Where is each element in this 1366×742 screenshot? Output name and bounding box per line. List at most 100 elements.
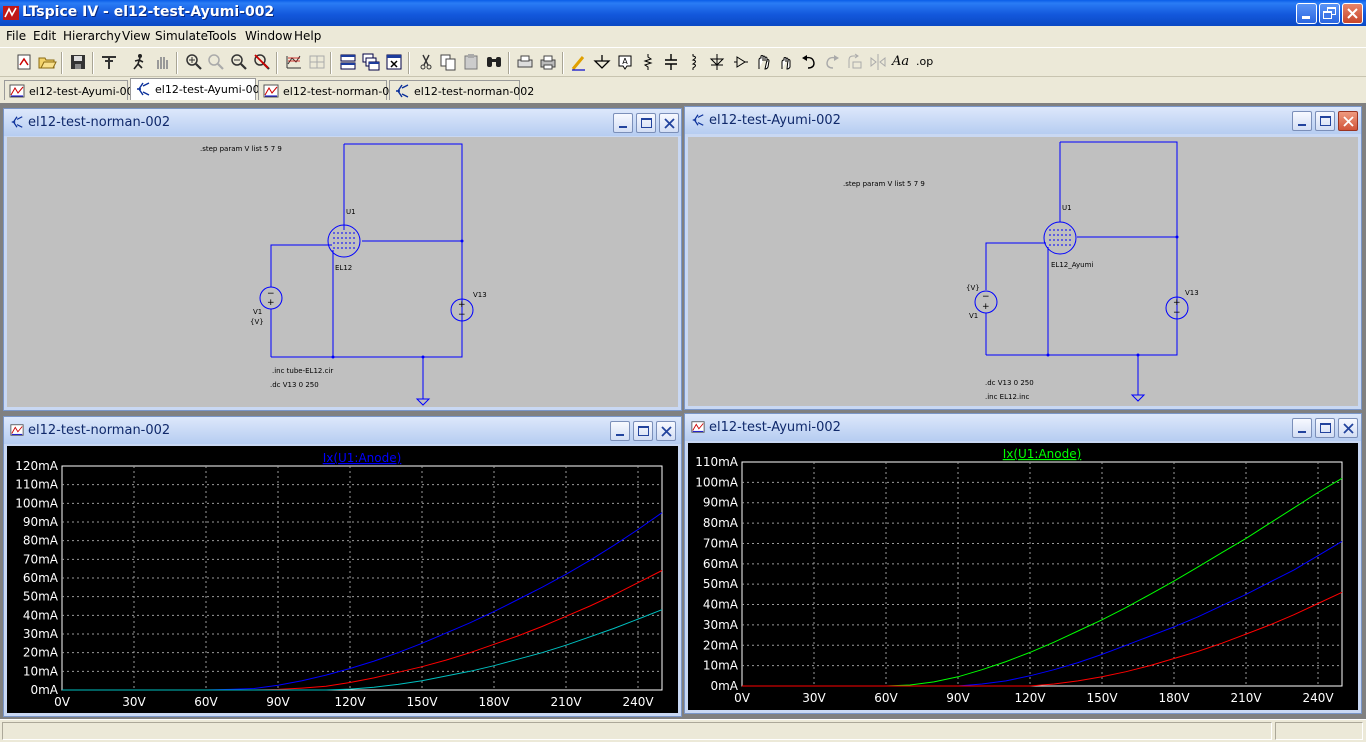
tube-label[interactable]: EL12 bbox=[335, 264, 352, 272]
cascade-icon[interactable] bbox=[361, 52, 381, 72]
window-caption[interactable]: el12-test-norman-002 bbox=[4, 109, 681, 136]
move-icon[interactable] bbox=[753, 52, 773, 72]
x-tick-label: 0V bbox=[54, 695, 71, 709]
menu-tools[interactable]: Tools bbox=[207, 29, 237, 43]
close-button[interactable] bbox=[1342, 3, 1363, 24]
text-icon[interactable]: Aa bbox=[892, 54, 912, 74]
label-icon[interactable]: A bbox=[615, 52, 635, 72]
menu-window[interactable]: Window bbox=[245, 29, 292, 43]
step-directive[interactable]: .step param V list 5 7 9 bbox=[843, 180, 925, 188]
plot-area[interactable]: 0mA10mA20mA30mA40mA50mA60mA70mA80mA90mA1… bbox=[688, 443, 1360, 712]
component-icon[interactable] bbox=[730, 52, 750, 72]
redo-icon[interactable] bbox=[822, 52, 842, 72]
window-caption[interactable]: el12-test-Ayumi-002 bbox=[685, 107, 1361, 134]
zoom-cancel-icon[interactable] bbox=[252, 52, 272, 72]
inc-directive[interactable]: .inc EL12.inc bbox=[985, 393, 1029, 401]
print-icon[interactable] bbox=[538, 52, 558, 72]
autorange-icon[interactable] bbox=[284, 52, 304, 72]
close-button[interactable] bbox=[656, 421, 676, 441]
y-tick-label: 30mA bbox=[23, 627, 59, 641]
u1-label[interactable]: U1 bbox=[346, 208, 356, 216]
x-tick-label: 120V bbox=[1014, 691, 1046, 705]
drag-icon[interactable] bbox=[776, 52, 796, 72]
v1-label[interactable]: V1 bbox=[253, 308, 262, 316]
v1-label[interactable]: V1 bbox=[969, 312, 978, 320]
maximize-button[interactable] bbox=[636, 113, 656, 133]
u1-label[interactable]: U1 bbox=[1062, 204, 1072, 212]
plot-area[interactable]: 0mA10mA20mA30mA40mA50mA60mA70mA80mA90mA1… bbox=[7, 446, 680, 715]
svg-text:−: − bbox=[982, 292, 990, 302]
run-icon[interactable] bbox=[129, 52, 149, 72]
control-panel-icon[interactable] bbox=[99, 52, 119, 72]
minimize-button[interactable] bbox=[613, 113, 633, 133]
close-button[interactable] bbox=[659, 113, 679, 133]
inductor-icon[interactable] bbox=[683, 52, 703, 72]
close-windows-icon[interactable] bbox=[384, 52, 404, 72]
copy-icon[interactable] bbox=[438, 52, 458, 72]
spice-directive-icon[interactable]: .op bbox=[916, 55, 936, 75]
ground-icon[interactable] bbox=[592, 52, 612, 72]
minimize-button[interactable] bbox=[1292, 111, 1312, 131]
plot-pane[interactable]: 0mA 10mA 20mA 30mA 40mA 50mA 60mA 70mA 80mA 90mA 1… bbox=[688, 443, 1358, 710]
close-button[interactable] bbox=[1338, 418, 1358, 438]
schematic-canvas[interactable]: − + + − .step param V list 5 7 9 U1 EL12… bbox=[7, 137, 678, 407]
schematic-icon bbox=[11, 116, 23, 128]
halt-icon[interactable] bbox=[152, 52, 172, 72]
zoom-box-icon[interactable] bbox=[206, 52, 226, 72]
maximize-button[interactable] bbox=[1315, 418, 1335, 438]
maximize-button[interactable] bbox=[633, 421, 653, 441]
restore-button[interactable] bbox=[1319, 3, 1340, 24]
grid-icon[interactable] bbox=[307, 52, 327, 72]
plot-pane[interactable]: 0mA 10mA 20mA 30mA 40mA 50mA 60mA 70mA 80mA 90mA 1… bbox=[7, 446, 678, 713]
menu-file[interactable]: File bbox=[6, 29, 26, 43]
cut-icon[interactable] bbox=[416, 52, 436, 72]
menu-hierarchy[interactable]: Hierarchy bbox=[63, 29, 121, 43]
tab-norman-plot[interactable]: el12-test-norman-002 bbox=[258, 80, 403, 100]
schematic-drawing: − + + − bbox=[259, 143, 474, 406]
undo-icon[interactable] bbox=[799, 52, 819, 72]
new-schematic-icon[interactable] bbox=[14, 52, 34, 72]
resistor-icon[interactable] bbox=[638, 52, 658, 72]
find-icon[interactable] bbox=[484, 52, 504, 72]
y-tick-label: 70mA bbox=[703, 536, 739, 550]
menu-simulate[interactable]: Simulate bbox=[155, 29, 208, 43]
menu-edit[interactable]: Edit bbox=[33, 29, 56, 43]
v13-label[interactable]: V13 bbox=[473, 291, 487, 299]
rotate-icon[interactable] bbox=[845, 52, 865, 72]
inc-directive[interactable]: .inc tube-EL12.cir bbox=[272, 367, 333, 375]
window-caption[interactable]: el12-test-Ayumi-002 bbox=[685, 414, 1361, 441]
paste-icon[interactable] bbox=[461, 52, 481, 72]
tile-horizontal-icon[interactable] bbox=[338, 52, 358, 72]
save-icon[interactable] bbox=[68, 52, 88, 72]
diode-icon[interactable] bbox=[707, 52, 727, 72]
minimize-button[interactable] bbox=[610, 421, 630, 441]
tab-ayumi-schematic[interactable]: el12-test-Ayumi-002 bbox=[130, 78, 267, 100]
zoom-out-icon[interactable] bbox=[229, 52, 249, 72]
menu-help[interactable]: Help bbox=[294, 29, 321, 43]
y-tick-label: 20mA bbox=[703, 638, 739, 652]
v1-value[interactable]: {V} bbox=[966, 284, 980, 292]
dc-directive[interactable]: .dc V13 0 250 bbox=[985, 379, 1034, 387]
mirror-icon[interactable] bbox=[868, 52, 888, 72]
tab-ayumi-plot[interactable]: el12-test-Ayumi-002 bbox=[4, 80, 141, 100]
schematic-canvas[interactable]: − + + − .step param V list 5 7 9 U1 EL12… bbox=[688, 137, 1358, 406]
tube-label[interactable]: EL12_Ayumi bbox=[1051, 261, 1093, 269]
zoom-in-icon[interactable] bbox=[184, 52, 204, 72]
tab-norman-schematic[interactable]: el12-test-norman-002 bbox=[389, 80, 534, 100]
v13-label[interactable]: V13 bbox=[1185, 289, 1199, 297]
capacitor-icon[interactable] bbox=[661, 52, 681, 72]
close-button[interactable] bbox=[1338, 111, 1358, 131]
menu-view[interactable]: View bbox=[122, 29, 150, 43]
step-directive[interactable]: .step param V list 5 7 9 bbox=[200, 145, 282, 153]
dc-directive[interactable]: .dc V13 0 250 bbox=[270, 381, 319, 389]
maximize-button[interactable] bbox=[1315, 111, 1335, 131]
x-tick-label: 90V bbox=[266, 695, 290, 709]
print-preview-icon[interactable] bbox=[515, 52, 535, 72]
open-icon[interactable] bbox=[37, 52, 57, 72]
v1-value[interactable]: {V} bbox=[250, 318, 264, 326]
minimize-button[interactable] bbox=[1292, 418, 1312, 438]
minimize-button[interactable] bbox=[1296, 3, 1317, 24]
wire-icon[interactable] bbox=[569, 52, 589, 72]
x-tick-label: 180V bbox=[478, 695, 510, 709]
window-caption[interactable]: el12-test-norman-002 bbox=[4, 417, 681, 444]
